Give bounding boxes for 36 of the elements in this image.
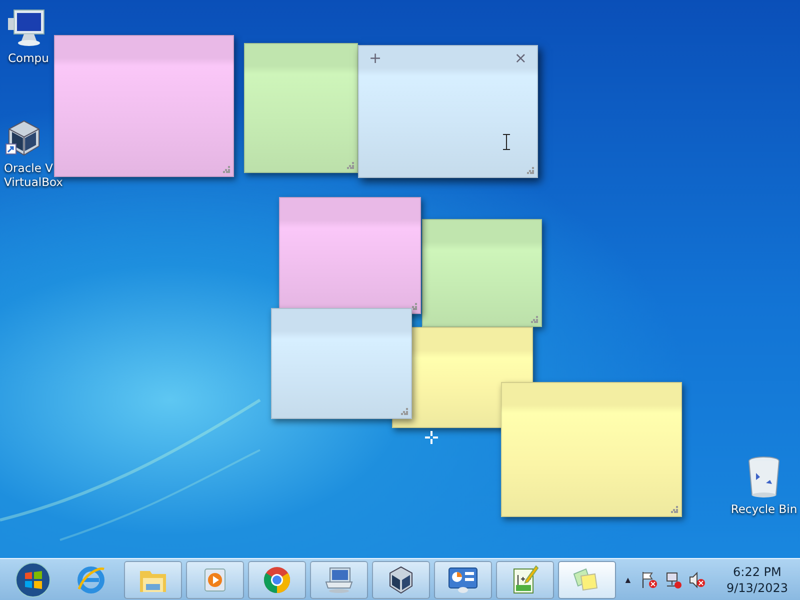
sticky-note[interactable] [422,219,542,327]
notepad-pencil-icon [511,564,539,594]
chrome-icon [262,564,292,594]
desktop-icon-label[interactable]: Oracle V VirtualBox [4,161,64,189]
resize-grip-icon[interactable] [347,162,354,169]
taskbar-button[interactable] [372,560,430,598]
clock-time[interactable]: 6:22 PM [733,564,782,580]
keyboard-computer-icon [324,566,354,594]
show-hidden-icons-button[interactable]: ▲ [622,574,634,584]
taskbar-button[interactable] [310,560,368,598]
sticky-note[interactable]: + × [358,45,538,178]
play-icon [202,566,228,592]
resize-grip-icon[interactable] [671,506,678,513]
flag-error-icon[interactable] [640,570,658,588]
crosshair-cursor-icon [425,431,438,444]
speaker-muted-icon[interactable] [688,570,706,588]
sticky-note[interactable] [279,197,421,314]
sticky-note[interactable] [54,35,234,177]
sticky-note[interactable] [244,43,358,173]
desktop-icon-label[interactable]: Compu [8,51,49,65]
resize-grip-icon[interactable] [531,316,538,323]
resize-grip-icon[interactable] [401,408,408,415]
e-logo-icon [76,564,106,594]
text-cursor-icon [503,134,510,150]
control-panel-icon [447,566,479,594]
sticky-note[interactable] [271,308,412,419]
desktop-icon-label[interactable]: Recycle Bin [730,502,798,516]
resize-grip-icon[interactable] [527,167,534,174]
close-button[interactable]: × [512,50,529,66]
new-note-button[interactable]: + [367,50,384,66]
network-error-icon[interactable] [664,570,682,588]
cube-icon [387,564,415,594]
resize-grip-icon[interactable] [223,166,230,173]
clock-date[interactable]: 9/13/2023 [726,580,788,596]
sticky-note[interactable] [501,382,682,517]
taskbar-button[interactable] [434,560,492,598]
